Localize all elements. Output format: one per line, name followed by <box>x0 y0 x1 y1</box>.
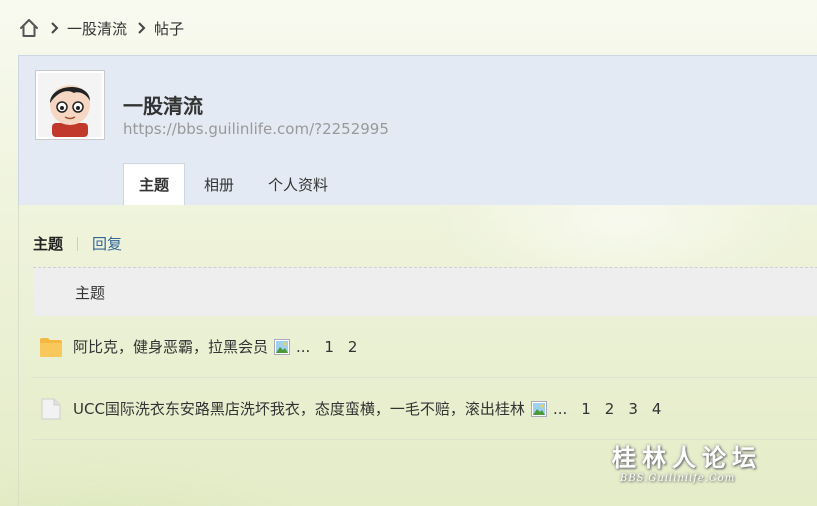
page-link[interactable]: 3 <box>628 400 638 418</box>
page-ellipsis: ... <box>296 337 311 356</box>
profile-url: https://bbs.guilinlife.com/?2252995 <box>123 120 389 138</box>
tab-topics[interactable]: 主题 <box>123 163 186 205</box>
subtab-replies[interactable]: 回复 <box>92 233 122 254</box>
profile-name: 一股清流 <box>123 94 203 118</box>
breadcrumb-item-posts[interactable]: 帖子 <box>154 18 184 39</box>
watermark-title: 桂林人论坛 <box>612 443 762 472</box>
avatar[interactable] <box>35 70 105 140</box>
subtabs: 主题 回复 <box>33 233 122 254</box>
home-icon[interactable] <box>18 17 40 39</box>
document-icon <box>39 397 63 421</box>
page-link[interactable]: 2 <box>605 400 615 418</box>
topic-title-link[interactable]: UCC国际洗衣东安路黑店洗坏我衣，态度蛮横，一毛不赔，滚出桂林 <box>73 398 525 419</box>
page-link[interactable]: 1 <box>324 338 334 356</box>
table-header: 主题 <box>33 267 817 316</box>
profile-header: 一股清流 https://bbs.guilinlife.com/?2252995… <box>18 55 817 205</box>
topic-title-link[interactable]: 阿比克，健身恶霸，拉黑会员 <box>73 336 268 357</box>
page-ellipsis: ... <box>552 399 568 418</box>
table-row: UCC国际洗衣东安路黑店洗坏我衣，态度蛮横，一毛不赔，滚出桂林 ... 1 2 … <box>33 378 817 440</box>
divider <box>77 236 79 251</box>
subtab-topics[interactable]: 主题 <box>33 233 63 254</box>
column-header-topic: 主题 <box>75 283 106 302</box>
page-link[interactable]: 1 <box>581 400 591 418</box>
breadcrumb: 一股清流 帖子 <box>18 14 184 42</box>
image-attachment-icon <box>274 338 291 355</box>
folder-icon <box>39 335 63 359</box>
chevron-right-icon <box>135 21 149 35</box>
image-attachment-icon <box>530 400 547 417</box>
tab-album[interactable]: 相册 <box>189 163 249 205</box>
site-watermark: 桂林人论坛 BBS.Guilinlife.Com <box>612 438 762 484</box>
chevron-right-icon <box>48 21 62 35</box>
table-row: 阿比克，健身恶霸，拉黑会员 ... 1 2 <box>33 316 817 378</box>
profile-tabs: 主题 相册 个人资料 <box>123 163 347 205</box>
breadcrumb-item-user[interactable]: 一股清流 <box>67 18 127 39</box>
watermark-url: BBS.Guilinlife.Com <box>620 473 736 484</box>
page-link[interactable]: 4 <box>652 400 662 418</box>
page-link[interactable]: 2 <box>348 338 358 356</box>
tab-profile[interactable]: 个人资料 <box>253 163 343 205</box>
